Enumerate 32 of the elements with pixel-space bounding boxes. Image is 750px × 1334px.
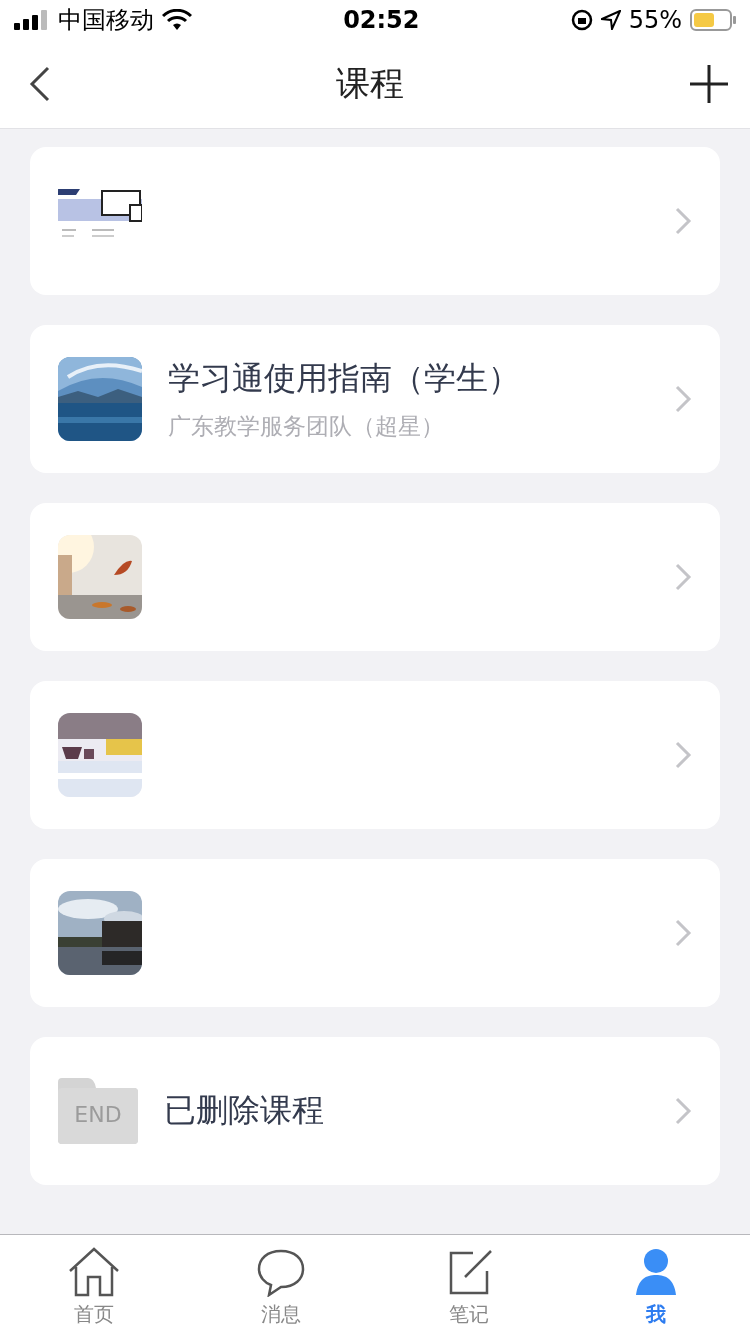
wifi-icon — [162, 9, 192, 31]
tab-item[interactable]: 笔记 — [375, 1235, 563, 1334]
folder-label: END — [73, 1102, 123, 1127]
chevron-right-icon — [674, 384, 692, 414]
carrier-label: 中国移动 — [58, 5, 154, 36]
clock-time: 02:52 — [343, 6, 420, 34]
course-card[interactable] — [30, 503, 720, 651]
chevron-right-icon — [674, 562, 692, 592]
course-teacher: 广东教学服务团队（超星） — [168, 411, 445, 441]
battery-icon — [690, 8, 736, 32]
chevron-right-icon — [674, 740, 692, 770]
tab-item[interactable]: 首页 — [0, 1235, 188, 1334]
course-title: 已删除课程 — [164, 1090, 325, 1131]
location-arrow-icon — [600, 10, 621, 30]
course-card[interactable]: 学习通使用指南（学生） 广东教学服务团队（超星） — [30, 325, 720, 473]
chevron-right-icon — [674, 918, 692, 948]
course-card[interactable] — [30, 681, 720, 829]
add-icon[interactable] — [690, 65, 728, 103]
back-icon[interactable] — [28, 66, 50, 102]
chevron-right-icon — [674, 1096, 692, 1126]
folder-icon — [58, 1078, 138, 1144]
home-icon — [67, 1247, 120, 1297]
course-title: 学习通使用指南（学生） — [168, 357, 521, 399]
page-title: 课程 — [336, 62, 404, 105]
tab-item[interactable]: 消息 — [187, 1235, 375, 1334]
deleted-courses-card[interactable]: END 已删除课程 — [30, 1037, 720, 1185]
course-card[interactable] — [30, 859, 720, 1007]
battery-percent: 55% — [628, 6, 682, 34]
rotation-lock-icon — [570, 9, 593, 31]
chevron-right-icon — [674, 206, 692, 236]
tab-item[interactable]: 我 — [562, 1235, 750, 1334]
signal-icon — [14, 10, 50, 30]
